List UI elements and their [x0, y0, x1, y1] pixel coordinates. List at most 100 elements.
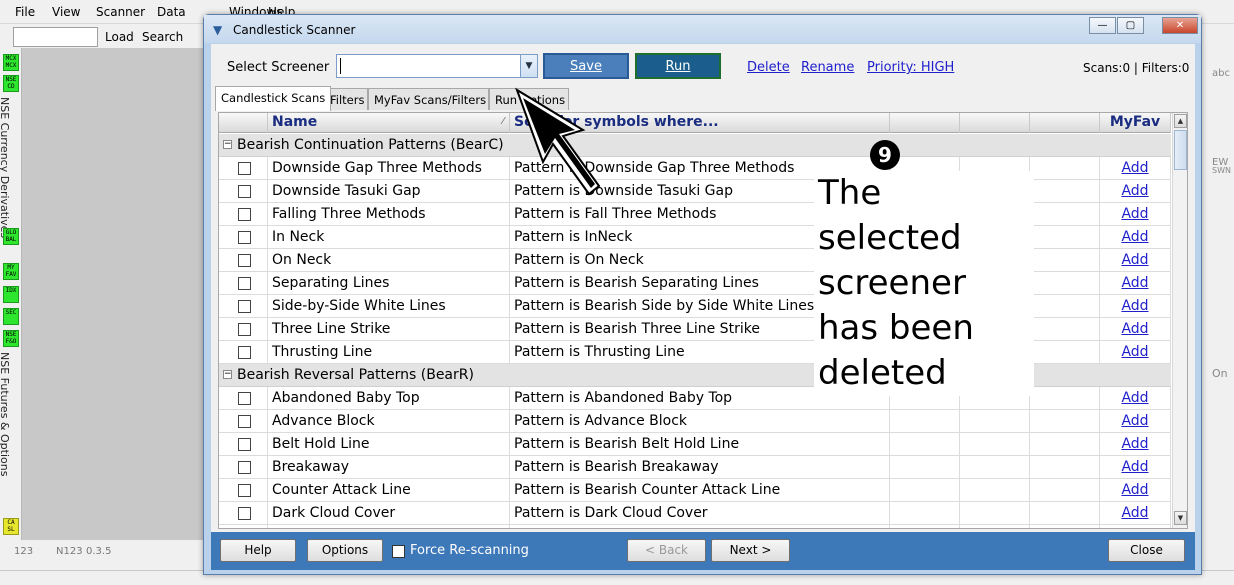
nse-cd-tag[interactable]: NSE CD [3, 75, 19, 92]
add-myfav-link[interactable]: Add [1100, 456, 1171, 479]
table-row[interactable]: Belt Hold Line Pattern is Bearish Belt Ho… [219, 433, 1171, 456]
futures-options-label[interactable]: NSE Futures & Options [0, 352, 11, 476]
help-button[interactable]: Help [220, 539, 296, 562]
checkbox-cell [219, 341, 268, 364]
collapse-icon[interactable]: − [223, 140, 232, 149]
table-row[interactable]: DeliberationPattern is Deliberation Add [219, 525, 1171, 528]
table-row[interactable]: Counter Attack Line Pattern is Bearish Co… [219, 479, 1171, 502]
text-tool-icon[interactable]: abc [1212, 68, 1230, 79]
n123-icon[interactable]: N123 [56, 546, 83, 557]
swn-tool-icon[interactable]: SWN [1212, 166, 1231, 175]
checkbox-cell [219, 479, 268, 502]
checkbox-cell [219, 157, 268, 180]
close-button[interactable]: Close [1108, 539, 1185, 562]
run-button[interactable]: Run [635, 53, 721, 79]
add-myfav-link[interactable]: Add [1100, 157, 1171, 180]
search-button[interactable]: Search [142, 30, 183, 44]
add-myfav-link[interactable]: Add [1100, 295, 1171, 318]
table-row[interactable]: Advance Block Pattern is Advance Block Add [219, 410, 1171, 433]
add-myfav-link[interactable]: Add [1100, 226, 1171, 249]
add-myfav-link[interactable]: Add [1100, 203, 1171, 226]
menu-file[interactable]: File [15, 5, 35, 19]
row-checkbox[interactable] [238, 277, 251, 290]
row-checkbox[interactable] [238, 392, 251, 405]
symbol-input[interactable] [13, 27, 98, 47]
pattern-condition: Pattern is Deliberation [510, 525, 890, 528]
row-checkbox[interactable] [238, 323, 251, 336]
maximize-button[interactable]: ▢ [1117, 17, 1144, 34]
scroll-up-icon[interactable]: ▲ [1174, 114, 1187, 128]
next-button[interactable]: Next > [711, 539, 790, 562]
menu-scanner[interactable]: Scanner [96, 5, 145, 19]
add-myfav-link[interactable]: Add [1100, 318, 1171, 341]
row-checkbox[interactable] [238, 415, 251, 428]
checkbox-cell [219, 525, 268, 528]
window-title-bar[interactable]: ▼ Candlestick Scanner — ▢ ✕ [204, 15, 1201, 43]
menu-data[interactable]: Data [157, 5, 186, 19]
global-tag[interactable]: GLO BAL [3, 228, 19, 245]
header-name[interactable]: Name ⁄ [268, 113, 510, 133]
delete-link[interactable]: Delete [747, 60, 790, 75]
idx-tag[interactable]: IDX [3, 286, 19, 303]
row-checkbox[interactable] [238, 507, 251, 520]
scanner-logo-icon: ▼ [213, 23, 223, 37]
row-checkbox[interactable] [238, 208, 251, 221]
row-checkbox[interactable] [238, 231, 251, 244]
add-myfav-link[interactable]: Add [1100, 479, 1171, 502]
add-myfav-link[interactable]: Add [1100, 341, 1171, 364]
priority-link[interactable]: Priority: HIGH [867, 60, 954, 75]
scanner-footer: Help Options Force Re-scanning < Back Ne… [211, 532, 1195, 570]
on-tool-icon[interactable]: On [1212, 367, 1228, 380]
tab-candlestick-scans[interactable]: Candlestick Scans [215, 86, 332, 111]
add-myfav-link[interactable]: Add [1100, 502, 1171, 525]
collapse-icon[interactable]: − [223, 370, 232, 379]
menu-view[interactable]: View [52, 5, 80, 19]
pattern-name: Belt Hold Line [268, 433, 510, 456]
tab-myfav-scans[interactable]: MyFav Scans/Filters [368, 88, 489, 110]
empty-cell [1030, 180, 1100, 203]
group-label: Bearish Continuation Patterns (BearC) [237, 137, 504, 153]
nse-fo-tag[interactable]: NSE F&O [3, 330, 19, 347]
minimize-button[interactable]: — [1089, 17, 1116, 34]
load-button[interactable]: Load [105, 30, 134, 44]
force-rescan-checkbox[interactable] [392, 545, 405, 558]
checkbox-cell [219, 226, 268, 249]
header-myfav[interactable]: MyFav [1100, 113, 1171, 133]
select-screener-label: Select Screener [227, 60, 330, 75]
count-123-icon[interactable]: 123 [14, 546, 33, 557]
scroll-down-icon[interactable]: ▼ [1174, 511, 1187, 525]
options-button[interactable]: Options [307, 539, 383, 562]
close-window-button[interactable]: ✕ [1162, 17, 1198, 34]
casl-tag[interactable]: CA SL [3, 518, 19, 535]
table-row[interactable]: Breakaway Pattern is Bearish Breakaway Add [219, 456, 1171, 479]
empty-cell [890, 410, 960, 433]
fib-035-icon[interactable]: 0.3.5 [86, 546, 111, 557]
row-checkbox[interactable] [238, 300, 251, 313]
empty-cell [1030, 249, 1100, 272]
scroll-thumb[interactable] [1174, 130, 1187, 170]
add-myfav-link[interactable]: Add [1100, 180, 1171, 203]
currency-derivatives-label[interactable]: NSE Currency Derivatives [0, 97, 11, 238]
add-myfav-link[interactable]: Add [1100, 433, 1171, 456]
add-myfav-link[interactable]: Add [1100, 387, 1171, 410]
row-checkbox[interactable] [238, 438, 251, 451]
sec-tag[interactable]: SEC [3, 308, 19, 325]
vertical-scrollbar[interactable]: ▲ ▼ [1172, 113, 1187, 528]
row-checkbox[interactable] [238, 484, 251, 497]
add-myfav-link[interactable]: Add [1100, 272, 1171, 295]
mcx-tag[interactable]: MCX MCX [3, 54, 19, 71]
row-checkbox[interactable] [238, 162, 251, 175]
back-button[interactable]: < Back [627, 539, 706, 562]
add-myfav-link[interactable]: Add [1100, 410, 1171, 433]
empty-cell [1030, 479, 1100, 502]
row-checkbox[interactable] [238, 254, 251, 267]
group-header-row[interactable]: − Bearish Continuation Patterns (BearC) [219, 134, 1171, 157]
table-row[interactable]: Dark Cloud Cover Pattern is Dark Cloud Co… [219, 502, 1171, 525]
add-myfav-link[interactable]: Add [1100, 525, 1171, 528]
row-checkbox[interactable] [238, 185, 251, 198]
row-checkbox[interactable] [238, 461, 251, 474]
myfav-tag[interactable]: MY FAV [3, 263, 19, 280]
rename-link[interactable]: Rename [801, 60, 854, 75]
add-myfav-link[interactable]: Add [1100, 249, 1171, 272]
row-checkbox[interactable] [238, 346, 251, 359]
